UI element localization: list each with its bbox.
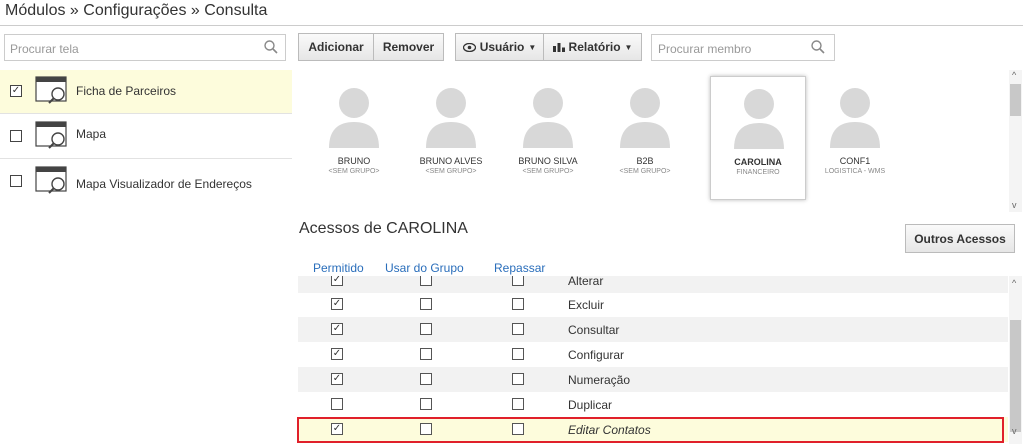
usar-grupo-checkbox[interactable] [420, 373, 432, 385]
screen-checkbox[interactable] [10, 175, 22, 187]
permission-row: ✓ Excluir [298, 292, 1008, 317]
permission-name: Excluir [568, 298, 605, 312]
screen-item-ficha-de-parceiros[interactable]: ✓ Ficha de Parceiros [0, 70, 292, 114]
screen-search-placeholder: Procurar tela [10, 42, 79, 56]
permitido-checkbox[interactable]: ✓ [331, 373, 343, 385]
permission-name: Duplicar [568, 398, 613, 412]
user-card[interactable]: CONF1 LOGISTICA - WMS [807, 76, 903, 200]
repassar-checkbox[interactable] [512, 298, 524, 310]
screen-label: Mapa Visualizador de Endereços [76, 177, 252, 191]
screen-checkbox[interactable] [10, 130, 22, 142]
user-name: BRUNO SILVA [518, 156, 578, 166]
window-search-icon [35, 166, 67, 194]
screen-label: Mapa [76, 127, 107, 141]
permissions-scrollbar[interactable] [1009, 276, 1022, 444]
permitido-checkbox[interactable]: ✓ [331, 348, 343, 360]
eye-icon [462, 42, 476, 52]
screen-search-input[interactable]: Procurar tela [4, 34, 286, 61]
user-name: BRUNO ALVES [419, 156, 483, 166]
users-panel: BRUNO <SEM GRUPO> BRUNO ALVES <SEM GRUPO> BR… [298, 68, 1010, 210]
window-search-icon [35, 121, 67, 149]
caret-down-icon: ▼ [528, 42, 537, 52]
repassar-checkbox[interactable] [512, 398, 524, 410]
user-group: <SEM GRUPO> [522, 168, 574, 175]
scroll-up-icon[interactable]: ^ [1012, 278, 1016, 288]
permission-name: Alterar [568, 276, 604, 288]
usar-grupo-checkbox[interactable] [420, 276, 432, 286]
report-dropdown-label: Relatório [568, 40, 621, 54]
divider [0, 25, 1023, 26]
window-search-icon [35, 76, 67, 104]
column-usar-do-grupo[interactable]: Usar do Grupo [385, 261, 464, 275]
scroll-down-icon[interactable]: v [1012, 200, 1017, 210]
user-card[interactable]: B2B <SEM GRUPO> [597, 76, 693, 200]
user-group: <SEM GRUPO> [328, 168, 380, 175]
permitido-checkbox[interactable]: ✓ [331, 323, 343, 335]
scroll-thumb[interactable] [1010, 320, 1021, 432]
member-search-placeholder: Procurar membro [658, 42, 752, 56]
highlight-box [297, 417, 1004, 443]
permission-row: Duplicar [298, 392, 1008, 417]
user-dropdown-button[interactable]: Usuário ▼ [455, 33, 544, 61]
column-permitido[interactable]: Permitido [313, 261, 364, 275]
user-name: CAROLINA [734, 157, 782, 167]
user-card[interactable]: BRUNO SILVA <SEM GRUPO> [500, 76, 596, 200]
user-card[interactable]: BRUNO ALVES <SEM GRUPO> [403, 76, 499, 200]
search-icon[interactable] [263, 39, 279, 55]
user-group: LOGISTICA - WMS [824, 168, 886, 175]
permitido-checkbox[interactable]: ✓ [331, 298, 343, 310]
permission-name: Consultar [568, 323, 620, 337]
permission-row: ✓ Configurar [298, 342, 1008, 367]
permitido-checkbox[interactable]: ✓ [331, 276, 343, 286]
repassar-checkbox[interactable] [512, 373, 524, 385]
screen-label: Ficha de Parceiros [76, 84, 177, 98]
repassar-checkbox[interactable] [512, 323, 524, 335]
repassar-checkbox[interactable] [512, 348, 524, 360]
avatar [731, 87, 787, 154]
permission-name: Configurar [568, 348, 625, 362]
avatar [326, 86, 382, 153]
screen-item-mapa[interactable]: Mapa [0, 115, 292, 159]
user-group: <SEM GRUPO> [425, 168, 477, 175]
user-card[interactable]: CAROLINA FINANCEIRO [710, 76, 806, 200]
permission-row: ✓ Alterar [298, 276, 1008, 293]
user-name: CONF1 [839, 156, 871, 166]
search-icon[interactable] [810, 39, 826, 55]
avatar [423, 86, 479, 153]
permission-row: ✓ Consultar [298, 317, 1008, 342]
remove-button[interactable]: Remover [374, 33, 444, 61]
access-title: Acessos de CAROLINA [299, 220, 468, 237]
permission-name: Numeração [568, 373, 631, 387]
caret-down-icon: ▼ [624, 42, 633, 52]
member-search-input[interactable]: Procurar membro [651, 34, 835, 61]
bar-chart-icon [552, 43, 565, 52]
user-card[interactable]: BRUNO <SEM GRUPO> [306, 76, 402, 200]
scroll-up-icon[interactable]: ^ [1012, 70, 1016, 80]
permitido-checkbox[interactable] [331, 398, 343, 410]
other-access-button[interactable]: Outros Acessos [905, 224, 1015, 253]
add-button[interactable]: Adicionar [298, 33, 374, 61]
user-name: B2B [636, 156, 654, 166]
avatar [520, 86, 576, 153]
user-dropdown-label: Usuário [479, 40, 525, 54]
usar-grupo-checkbox[interactable] [420, 398, 432, 410]
avatar [827, 86, 883, 153]
user-group: FINANCEIRO [736, 169, 780, 176]
column-repassar[interactable]: Repassar [494, 261, 545, 275]
scroll-down-icon[interactable]: v [1012, 426, 1017, 436]
repassar-checkbox[interactable] [512, 276, 524, 286]
report-dropdown-button[interactable]: Relatório ▼ [544, 33, 642, 61]
usar-grupo-checkbox[interactable] [420, 348, 432, 360]
screen-item-mapa-visualizador[interactable]: Mapa Visualizador de Endereços [0, 160, 292, 204]
usar-grupo-checkbox[interactable] [420, 298, 432, 310]
users-scrollbar[interactable] [1009, 70, 1022, 212]
user-group: <SEM GRUPO> [619, 168, 671, 175]
screen-checkbox[interactable]: ✓ [10, 85, 22, 97]
user-name: BRUNO [337, 156, 371, 166]
breadcrumb: Módulos » Configurações » Consulta [5, 2, 268, 19]
permission-row: ✓ Numeração [298, 367, 1008, 392]
avatar [617, 86, 673, 153]
usar-grupo-checkbox[interactable] [420, 323, 432, 335]
scroll-thumb[interactable] [1010, 84, 1021, 116]
